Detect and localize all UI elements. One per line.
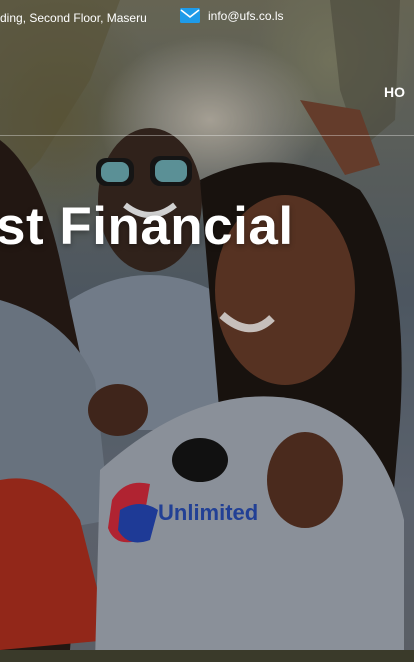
hero-headline: st Financial [0,197,294,256]
header-divider [0,135,414,136]
email-contact[interactable]: info@ufs.co.ls [180,8,284,23]
address-text: ding, Second Floor, Maseru [0,11,147,25]
email-link[interactable]: info@ufs.co.ls [208,9,284,23]
nav-item-home[interactable]: HO [384,84,405,100]
bottom-strip [0,650,414,662]
hero-background-photo: Unlimited [0,0,414,662]
envelope-icon [180,8,200,23]
top-info-bar: ding, Second Floor, Maseru info@ufs.co.l… [0,0,414,34]
